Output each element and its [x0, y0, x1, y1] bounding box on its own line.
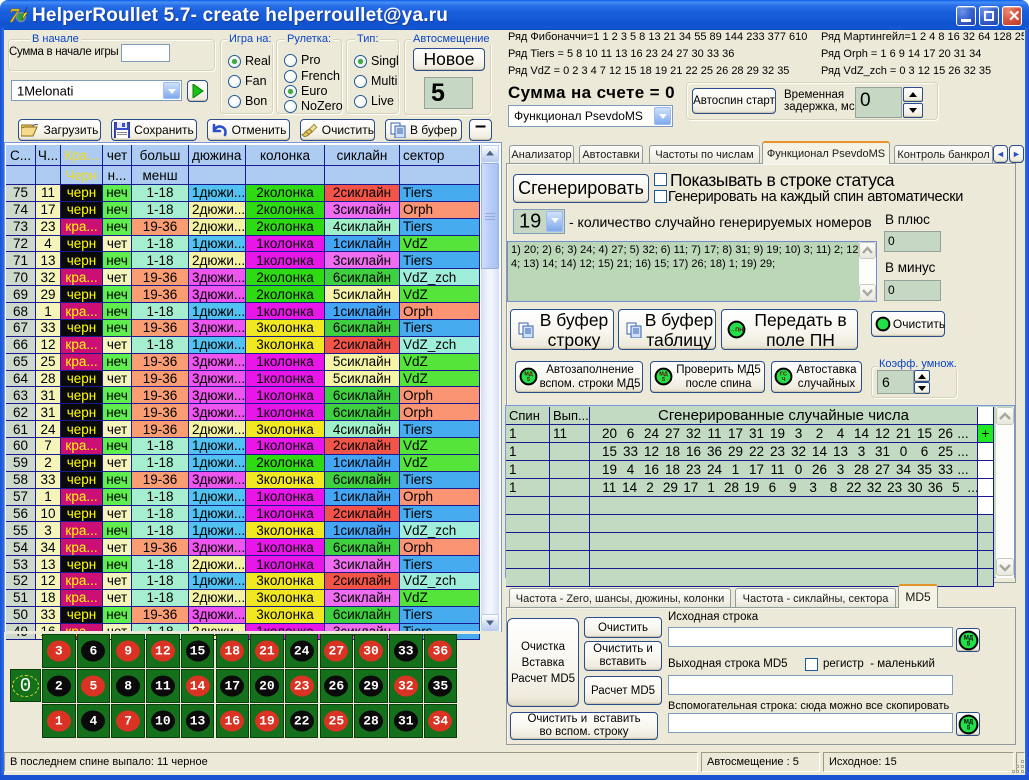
svg-text:→ПН: →ПН [730, 327, 743, 333]
svg-text:Ч: Ч [782, 377, 786, 383]
svg-text:5: 5 [662, 377, 665, 383]
svg-text:5: 5 [527, 377, 530, 383]
